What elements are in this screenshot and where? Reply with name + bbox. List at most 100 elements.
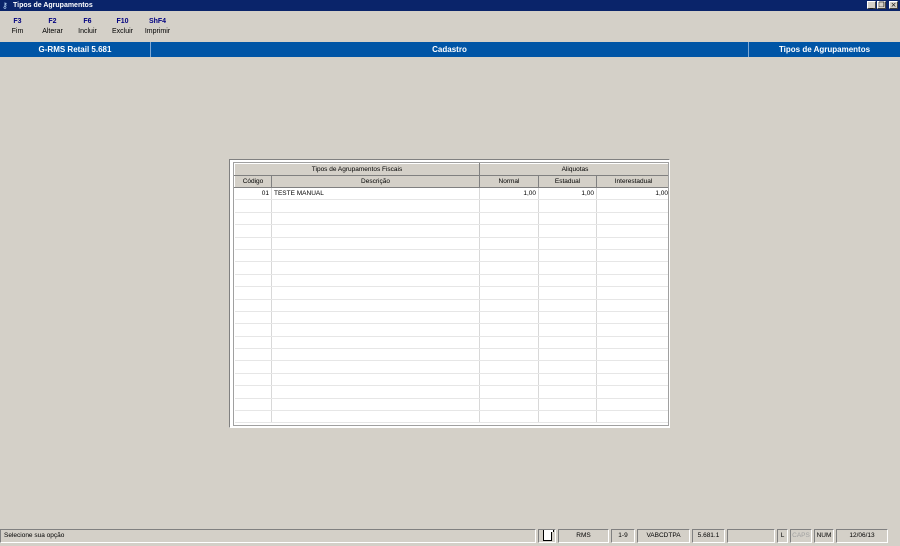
empty-cell[interactable] bbox=[596, 410, 668, 424]
empty-cell[interactable] bbox=[234, 385, 272, 399]
empty-cell[interactable] bbox=[538, 398, 598, 412]
empty-cell[interactable] bbox=[596, 286, 668, 300]
table-row-empty[interactable] bbox=[234, 360, 668, 374]
table-row-empty[interactable] bbox=[234, 323, 668, 337]
empty-cell[interactable] bbox=[538, 311, 598, 325]
empty-cell[interactable] bbox=[538, 212, 598, 226]
table-row[interactable]: 01 TESTE MANUAL 1,00 1,00 1,00 bbox=[234, 187, 668, 201]
empty-cell[interactable] bbox=[479, 261, 540, 275]
fim-button[interactable]: F3 Fim bbox=[0, 12, 35, 40]
empty-cell[interactable] bbox=[479, 212, 540, 226]
empty-cell[interactable] bbox=[479, 398, 540, 412]
empty-cell[interactable] bbox=[596, 398, 668, 412]
table-row-empty[interactable] bbox=[234, 336, 668, 350]
empty-cell[interactable] bbox=[596, 274, 668, 288]
restore-button[interactable]: ❐ bbox=[877, 1, 886, 9]
empty-cell[interactable] bbox=[596, 385, 668, 399]
cell-interestadual[interactable]: 1,00 bbox=[596, 187, 668, 201]
table-row-empty[interactable] bbox=[234, 199, 668, 213]
empty-cell[interactable] bbox=[234, 224, 272, 238]
alterar-button[interactable]: F2 Alterar bbox=[35, 12, 70, 40]
empty-cell[interactable] bbox=[596, 323, 668, 337]
empty-cell[interactable] bbox=[271, 286, 481, 300]
empty-cell[interactable] bbox=[479, 311, 540, 325]
data-grid[interactable]: Tipos de Agrupamentos Fiscais Aliquotas … bbox=[233, 162, 669, 426]
minimize-button[interactable]: _ bbox=[867, 1, 876, 9]
empty-cell[interactable] bbox=[479, 373, 540, 387]
empty-cell[interactable] bbox=[234, 311, 272, 325]
empty-cell[interactable] bbox=[538, 336, 598, 350]
empty-cell[interactable] bbox=[271, 348, 481, 362]
empty-cell[interactable] bbox=[479, 299, 540, 312]
empty-cell[interactable] bbox=[538, 199, 598, 213]
empty-cell[interactable] bbox=[596, 360, 668, 374]
incluir-button[interactable]: F6 Incluir bbox=[70, 12, 105, 40]
empty-cell[interactable] bbox=[234, 336, 272, 350]
empty-cell[interactable] bbox=[596, 199, 668, 213]
empty-cell[interactable] bbox=[538, 385, 598, 399]
empty-cell[interactable] bbox=[271, 249, 481, 263]
column-header-codigo[interactable]: Código bbox=[234, 175, 272, 188]
empty-cell[interactable] bbox=[596, 348, 668, 362]
table-row-empty[interactable] bbox=[234, 237, 668, 250]
empty-cell[interactable] bbox=[596, 261, 668, 275]
empty-cell[interactable] bbox=[271, 410, 481, 424]
empty-cell[interactable] bbox=[596, 299, 668, 312]
empty-cell[interactable] bbox=[596, 224, 668, 238]
empty-cell[interactable] bbox=[271, 224, 481, 238]
empty-cell[interactable] bbox=[234, 348, 272, 362]
imprimir-button[interactable]: ShF4 Imprimir bbox=[140, 12, 175, 40]
empty-cell[interactable] bbox=[234, 261, 272, 275]
empty-cell[interactable] bbox=[596, 237, 668, 250]
empty-cell[interactable] bbox=[538, 360, 598, 374]
table-row-empty[interactable] bbox=[234, 311, 668, 325]
empty-cell[interactable] bbox=[596, 373, 668, 387]
empty-cell[interactable] bbox=[538, 274, 598, 288]
empty-cell[interactable] bbox=[271, 323, 481, 337]
empty-cell[interactable] bbox=[479, 286, 540, 300]
empty-cell[interactable] bbox=[271, 398, 481, 412]
empty-cell[interactable] bbox=[479, 360, 540, 374]
table-row-empty[interactable] bbox=[234, 274, 668, 288]
empty-cell[interactable] bbox=[234, 323, 272, 337]
empty-cell[interactable] bbox=[271, 199, 481, 213]
empty-cell[interactable] bbox=[234, 410, 272, 424]
table-row-empty[interactable] bbox=[234, 299, 668, 312]
table-row-empty[interactable] bbox=[234, 348, 668, 362]
empty-cell[interactable] bbox=[538, 237, 598, 250]
empty-cell[interactable] bbox=[479, 237, 540, 250]
empty-cell[interactable] bbox=[479, 348, 540, 362]
empty-cell[interactable] bbox=[479, 385, 540, 399]
cell-codigo[interactable]: 01 bbox=[234, 187, 272, 201]
empty-cell[interactable] bbox=[271, 360, 481, 374]
empty-cell[interactable] bbox=[596, 336, 668, 350]
empty-cell[interactable] bbox=[596, 311, 668, 325]
empty-cell[interactable] bbox=[271, 212, 481, 226]
empty-cell[interactable] bbox=[271, 237, 481, 250]
cell-descricao[interactable]: TESTE MANUAL bbox=[271, 187, 481, 201]
empty-cell[interactable] bbox=[538, 299, 598, 312]
cell-estadual[interactable]: 1,00 bbox=[538, 187, 598, 201]
empty-cell[interactable] bbox=[538, 224, 598, 238]
empty-cell[interactable] bbox=[596, 212, 668, 226]
table-row-empty[interactable] bbox=[234, 398, 668, 412]
empty-cell[interactable] bbox=[479, 274, 540, 288]
empty-cell[interactable] bbox=[234, 373, 272, 387]
empty-cell[interactable] bbox=[538, 261, 598, 275]
empty-cell[interactable] bbox=[271, 311, 481, 325]
empty-cell[interactable] bbox=[271, 385, 481, 399]
empty-cell[interactable] bbox=[538, 348, 598, 362]
table-row-empty[interactable] bbox=[234, 373, 668, 387]
table-row-empty[interactable] bbox=[234, 212, 668, 226]
empty-cell[interactable] bbox=[479, 249, 540, 263]
empty-cell[interactable] bbox=[271, 373, 481, 387]
empty-cell[interactable] bbox=[479, 336, 540, 350]
column-header-normal[interactable]: Normal bbox=[479, 175, 540, 188]
empty-cell[interactable] bbox=[234, 299, 272, 312]
empty-cell[interactable] bbox=[234, 199, 272, 213]
empty-cell[interactable] bbox=[271, 336, 481, 350]
empty-cell[interactable] bbox=[479, 410, 540, 424]
empty-cell[interactable] bbox=[596, 249, 668, 263]
empty-cell[interactable] bbox=[271, 299, 481, 312]
table-row-empty[interactable] bbox=[234, 286, 668, 300]
